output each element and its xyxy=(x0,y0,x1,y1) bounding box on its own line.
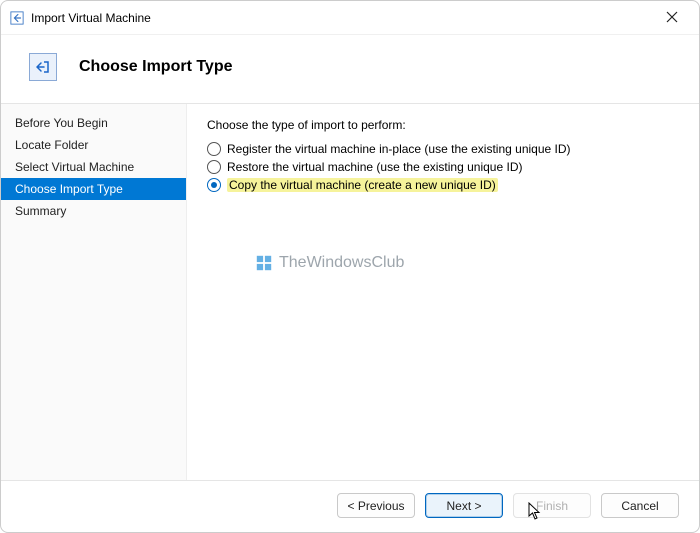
wizard-sidebar: Before You Begin Locate Folder Select Vi… xyxy=(1,104,187,480)
sidebar-item-choose-import-type[interactable]: Choose Import Type xyxy=(1,178,186,200)
cancel-button[interactable]: Cancel xyxy=(601,493,679,518)
watermark-logo-icon xyxy=(255,254,273,272)
radio-copy[interactable]: Copy the virtual machine (create a new u… xyxy=(207,178,679,192)
next-button[interactable]: Next > xyxy=(425,493,503,518)
radio-restore[interactable]: Restore the virtual machine (use the exi… xyxy=(207,160,679,174)
titlebar: Import Virtual Machine xyxy=(1,1,699,35)
finish-button: Finish xyxy=(513,493,591,518)
sidebar-item-before-you-begin[interactable]: Before You Begin xyxy=(1,112,186,134)
previous-button[interactable]: < Previous xyxy=(337,493,415,518)
close-button[interactable] xyxy=(657,10,687,26)
radio-label: Restore the virtual machine (use the exi… xyxy=(227,160,522,174)
wizard-window: Import Virtual Machine Choose Import Typ… xyxy=(0,0,700,533)
watermark-text: TheWindowsClub xyxy=(279,254,404,272)
wizard-main: Choose the type of import to perform: Re… xyxy=(187,104,699,480)
import-icon xyxy=(9,10,25,26)
radio-label: Register the virtual machine in-place (u… xyxy=(227,142,571,156)
radio-register-in-place[interactable]: Register the virtual machine in-place (u… xyxy=(207,142,679,156)
sidebar-item-locate-folder[interactable]: Locate Folder xyxy=(1,134,186,156)
wizard-footer: < Previous Next > Finish Cancel xyxy=(1,480,699,532)
page-title: Choose Import Type xyxy=(79,58,233,76)
sidebar-item-summary[interactable]: Summary xyxy=(1,200,186,222)
window-title: Import Virtual Machine xyxy=(31,11,657,25)
radio-icon xyxy=(207,142,221,156)
import-prompt: Choose the type of import to perform: xyxy=(207,118,679,132)
radio-icon xyxy=(207,160,221,174)
sidebar-item-select-virtual-machine[interactable]: Select Virtual Machine xyxy=(1,156,186,178)
radio-label: Copy the virtual machine (create a new u… xyxy=(227,178,498,192)
wizard-header-icon xyxy=(29,53,57,81)
wizard-header: Choose Import Type xyxy=(1,35,699,104)
radio-icon xyxy=(207,178,221,192)
watermark: TheWindowsClub xyxy=(255,254,404,272)
wizard-body: Before You Begin Locate Folder Select Vi… xyxy=(1,104,699,480)
